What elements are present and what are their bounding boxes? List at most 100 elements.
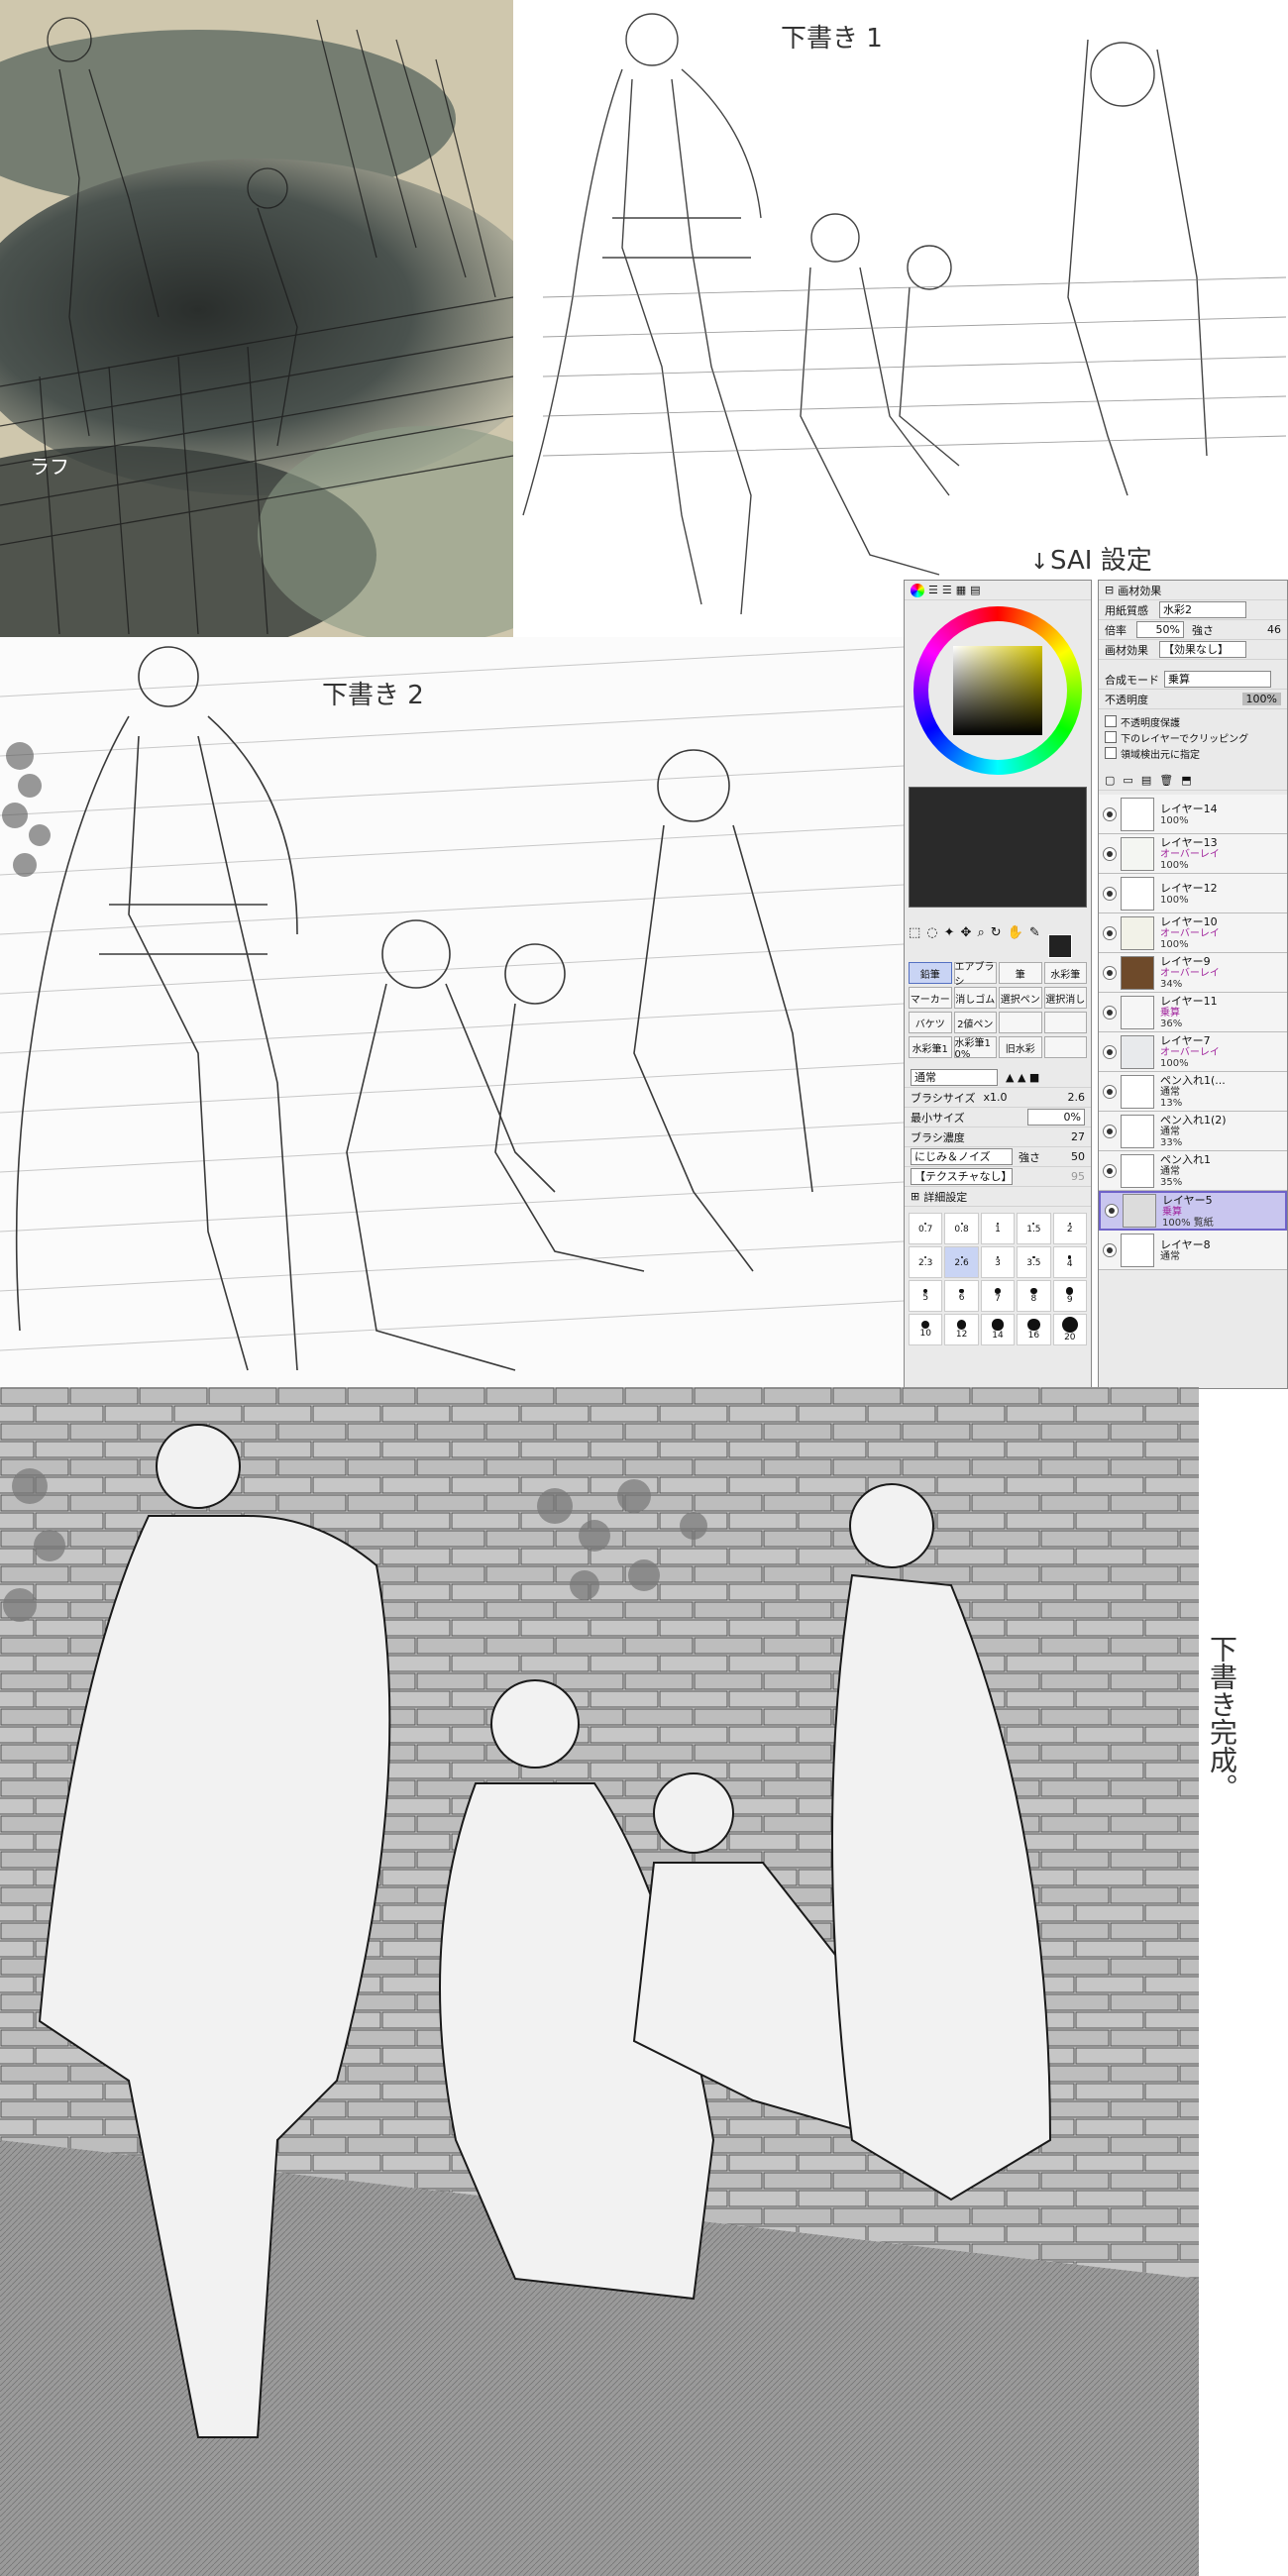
brush-size-preset[interactable]: 2.3 bbox=[909, 1246, 943, 1278]
color-wheel[interactable] bbox=[913, 606, 1082, 775]
brush-size-preset[interactable]: 1.5 bbox=[1017, 1213, 1051, 1244]
strength-value[interactable]: 46 bbox=[1267, 623, 1281, 636]
brush-size-preset[interactable]: 6 bbox=[944, 1280, 979, 1312]
visibility-eye-icon[interactable] bbox=[1103, 1163, 1117, 1178]
blend-mode-row[interactable]: 合成モード 乗算 bbox=[1099, 670, 1287, 690]
layer-row[interactable]: レイヤー14 100% bbox=[1099, 795, 1287, 834]
visibility-eye-icon[interactable] bbox=[1103, 1242, 1117, 1257]
visibility-eye-icon[interactable] bbox=[1103, 965, 1117, 980]
brush-size-value[interactable]: 2.6 bbox=[1068, 1091, 1086, 1104]
min-size-value[interactable]: 0% bbox=[1027, 1109, 1085, 1126]
eyedropper-icon[interactable]: ✎ bbox=[1029, 925, 1040, 940]
expand-icon[interactable]: ⊞ bbox=[911, 1190, 919, 1203]
color-square[interactable] bbox=[953, 646, 1042, 735]
layer-row[interactable]: レイヤー12 100% bbox=[1099, 874, 1287, 913]
brush-tool[interactable]: 筆 bbox=[999, 962, 1042, 984]
brush-size-preset[interactable]: 9 bbox=[1052, 1280, 1087, 1312]
visibility-eye-icon[interactable] bbox=[1103, 1044, 1117, 1059]
brush-tool[interactable]: 選択ペン bbox=[999, 987, 1042, 1009]
brush-mode-select[interactable]: 通常 bbox=[911, 1069, 998, 1086]
visibility-eye-icon[interactable] bbox=[1103, 846, 1117, 861]
brush-size-preset[interactable]: 5 bbox=[909, 1280, 943, 1312]
visibility-eye-icon[interactable] bbox=[1103, 1084, 1117, 1099]
current-color-icon[interactable] bbox=[1048, 934, 1072, 958]
brush-size-preset[interactable]: 7 bbox=[980, 1280, 1016, 1312]
brush-size-preset[interactable]: 0.7 bbox=[909, 1213, 943, 1244]
brush-size-preset[interactable]: 20 bbox=[1052, 1314, 1087, 1345]
layer-row[interactable]: レイヤー8 通常 bbox=[1099, 1231, 1287, 1270]
texture-select[interactable]: 【テクスチャなし】 bbox=[911, 1168, 1013, 1185]
layer-row[interactable]: ペン入れ1(2) 通常 33% bbox=[1099, 1112, 1287, 1151]
blend-mode-select[interactable]: 乗算 bbox=[1164, 671, 1271, 688]
rotate-icon[interactable]: ↻ bbox=[991, 925, 1002, 940]
hsv-slider-tab-icon[interactable]: ☰ bbox=[942, 584, 952, 596]
brush-size-preset[interactable]: 12 bbox=[944, 1314, 979, 1345]
brush-size-preset[interactable]: 3.5 bbox=[1017, 1246, 1051, 1278]
brush-size-preset[interactable]: 16 bbox=[1017, 1314, 1051, 1345]
visibility-eye-icon[interactable] bbox=[1103, 806, 1117, 821]
paper-texture-select[interactable]: 水彩2 bbox=[1159, 601, 1246, 618]
new-set-icon[interactable]: ▭ bbox=[1123, 774, 1132, 787]
rgb-slider-tab-icon[interactable]: ☰ bbox=[928, 584, 938, 596]
brush-size-preset[interactable]: 4 bbox=[1052, 1246, 1087, 1278]
brush-tool[interactable]: 選択消し bbox=[1043, 987, 1087, 1009]
layer-row[interactable]: レイヤー5 乗算 100% 覧紙 bbox=[1099, 1191, 1287, 1231]
layer-row[interactable]: レイヤー11 乗算 36% bbox=[1099, 993, 1287, 1032]
blur-row[interactable]: にじみ＆ノイズ 強さ 50 bbox=[905, 1147, 1091, 1167]
layer-row[interactable]: レイヤー7 オーバーレイ 100% bbox=[1099, 1032, 1287, 1072]
blur-value[interactable]: 50 bbox=[1071, 1150, 1085, 1163]
blend-mode-row[interactable]: 通常 ▲ ▲ ■ bbox=[905, 1068, 1091, 1088]
texture-value[interactable]: 95 bbox=[1071, 1170, 1085, 1183]
color-wheel-tab-icon[interactable] bbox=[911, 583, 924, 597]
brush-size-preset[interactable]: 1 bbox=[980, 1213, 1016, 1244]
brush-size-mult[interactable]: x1.0 bbox=[983, 1091, 1007, 1104]
layer-row[interactable]: レイヤー10 オーバーレイ 100% bbox=[1099, 913, 1287, 953]
opacity-value[interactable]: 100% bbox=[1241, 693, 1281, 705]
move-icon[interactable]: ✥ bbox=[961, 925, 972, 940]
layer-row[interactable]: ペン入れ1 通常 35% bbox=[1099, 1151, 1287, 1191]
layer-option[interactable]: 不透明度保護 bbox=[1105, 713, 1281, 729]
visibility-eye-icon[interactable] bbox=[1105, 1204, 1119, 1218]
brush-tool[interactable]: 水彩筆1 0% bbox=[953, 1036, 997, 1060]
zoom-icon[interactable]: ⌕ bbox=[977, 925, 984, 940]
brush-size-row[interactable]: ブラシサイズ x1.0 2.6 bbox=[905, 1088, 1091, 1108]
scratchpad-tab-icon[interactable]: ▤ bbox=[970, 584, 980, 596]
blur-select[interactable]: にじみ＆ノイズ bbox=[911, 1148, 1013, 1165]
brush-tool[interactable]: 消しゴム bbox=[953, 987, 997, 1009]
paper-effect-header[interactable]: ⊟ 画材効果 bbox=[1099, 581, 1287, 600]
brush-tool[interactable] bbox=[1043, 1012, 1087, 1033]
checkbox-icon[interactable] bbox=[1105, 731, 1117, 743]
brush-tool[interactable]: 2値ペン bbox=[953, 1012, 997, 1033]
brush-size-preset[interactable]: 10 bbox=[909, 1314, 943, 1345]
density-row[interactable]: ブラシ濃度 27 bbox=[905, 1127, 1091, 1147]
new-layer-icon[interactable]: ▢ bbox=[1105, 774, 1115, 787]
checkbox-icon[interactable] bbox=[1105, 715, 1117, 727]
brush-tool[interactable]: 鉛筆 bbox=[909, 962, 952, 984]
detail-settings-row[interactable]: ⊞ 詳細設定 bbox=[905, 1187, 1091, 1207]
min-size-row[interactable]: 最小サイズ 0% bbox=[905, 1108, 1091, 1127]
delete-layer-icon[interactable]: 🗑 bbox=[1159, 774, 1173, 787]
paper-scale-row[interactable]: 倍率 50% 強さ 46 bbox=[1099, 620, 1287, 640]
layer-row[interactable]: レイヤー13 オーバーレイ 100% bbox=[1099, 834, 1287, 874]
brush-tool[interactable]: バケツ bbox=[909, 1012, 952, 1033]
brush-size-preset[interactable]: 2.6 bbox=[944, 1246, 979, 1278]
material-effect-row[interactable]: 画材効果 【効果なし】 bbox=[1099, 640, 1287, 660]
merge-icon[interactable]: ⬒ bbox=[1181, 774, 1191, 787]
paper-texture-row[interactable]: 用紙質感 水彩2 bbox=[1099, 600, 1287, 620]
folder-icon[interactable]: ▤ bbox=[1141, 774, 1151, 787]
select-icon[interactable]: ⬚ bbox=[909, 925, 920, 940]
brush-shape-icons[interactable]: ▲ ▲ ■ bbox=[1006, 1071, 1039, 1084]
opacity-row[interactable]: 不透明度 100% bbox=[1099, 690, 1287, 709]
texture-row[interactable]: 【テクスチャなし】 95 bbox=[905, 1167, 1091, 1187]
checkbox-icon[interactable] bbox=[1105, 747, 1117, 759]
layer-row[interactable]: ペン入れ1(... 通常 13% bbox=[1099, 1072, 1287, 1112]
lasso-icon[interactable]: ◌ bbox=[926, 925, 937, 940]
material-select[interactable]: 【効果なし】 bbox=[1159, 641, 1246, 658]
brush-tool[interactable]: 水彩筆1 bbox=[909, 1036, 952, 1058]
hand-icon[interactable]: ✋ bbox=[1008, 925, 1023, 940]
scale-value[interactable]: 50% bbox=[1136, 621, 1184, 638]
layer-option[interactable]: 領域検出元に指定 bbox=[1105, 745, 1281, 761]
brush-tool[interactable]: エアブラシ bbox=[953, 962, 997, 988]
brush-size-preset[interactable]: 8 bbox=[1017, 1280, 1051, 1312]
brush-tool[interactable] bbox=[1043, 1036, 1087, 1058]
